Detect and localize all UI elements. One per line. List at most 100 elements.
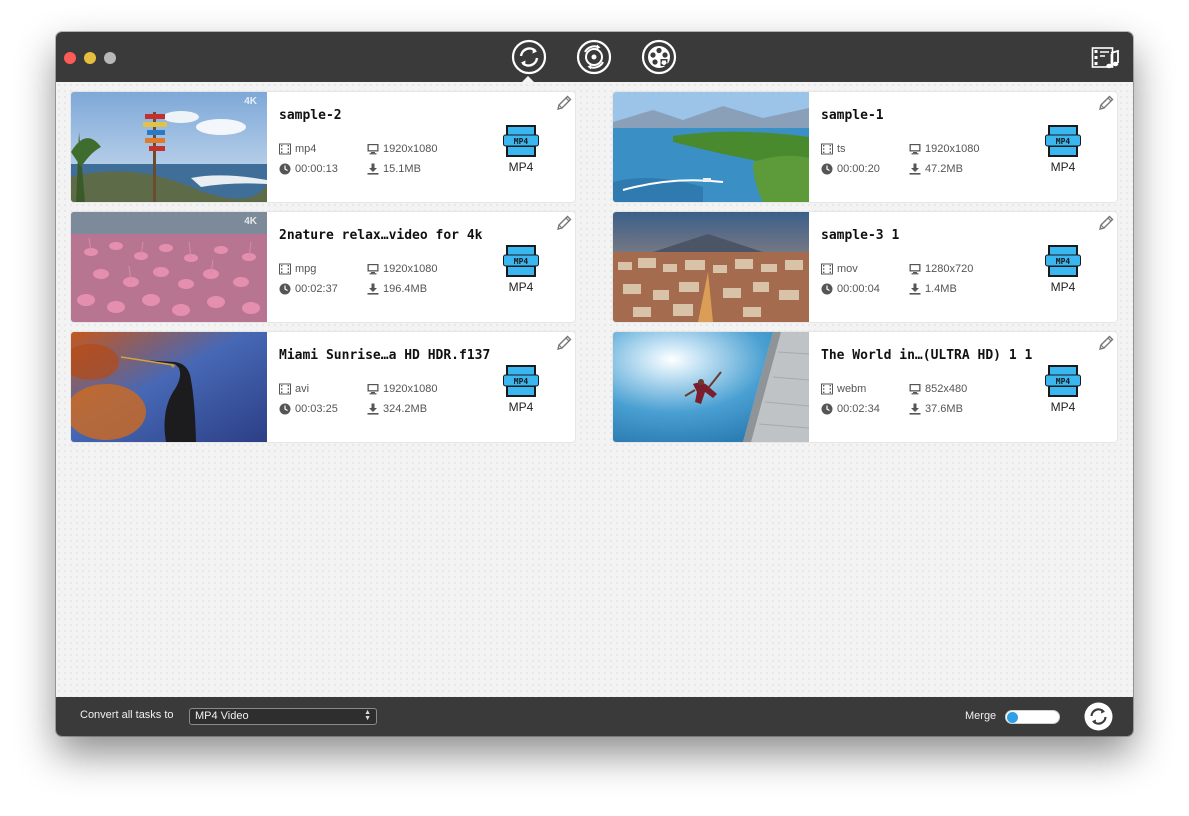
output-format-select-value: MP4 Video	[195, 710, 249, 722]
edit-pencil-icon[interactable]	[1097, 94, 1115, 112]
svg-text:MP4: MP4	[1056, 137, 1071, 146]
zoom-window-button[interactable]	[104, 52, 116, 64]
video-thumbnail[interactable]	[613, 212, 809, 322]
app-window: 4K sample-2 mp4 1920x1080 00:00:13 15.1M…	[56, 32, 1133, 736]
task-card[interactable]: 4K 2nature relax…video for 4k mpg 1920x1…	[71, 212, 575, 322]
video-thumbnail[interactable]: 4K	[71, 212, 267, 322]
container-format: mov	[821, 263, 858, 275]
resolution-badge: 4K	[244, 96, 257, 107]
merge-label: Merge	[965, 710, 997, 722]
clock-icon	[821, 283, 833, 295]
task-card[interactable]: sample-3 1 mov 1280x720 00:00:04 1.4MB M…	[613, 212, 1117, 322]
film-icon	[821, 383, 833, 395]
media-library-icon[interactable]	[1091, 45, 1121, 71]
convert-icon	[511, 39, 547, 75]
svg-text:MP4: MP4	[514, 377, 529, 386]
file-size: 196.4MB	[367, 283, 427, 295]
download-icon	[909, 403, 921, 415]
video-title: 2nature relax…video for 4k	[279, 228, 483, 243]
resolution-badge: 4K	[244, 216, 257, 227]
output-format-label: MP4	[1050, 280, 1076, 294]
container-format: mpg	[279, 263, 316, 275]
video-resolution: 852x480	[909, 383, 967, 395]
monitor-icon	[367, 383, 379, 395]
mp4-format-icon[interactable]: MP4	[1045, 244, 1081, 278]
video-duration: 00:02:34	[821, 403, 880, 415]
output-format-label: MP4	[508, 400, 534, 414]
file-size: 324.2MB	[367, 403, 427, 415]
monitor-icon	[909, 383, 921, 395]
merge-toggle[interactable]	[1005, 710, 1060, 724]
edit-pencil-icon[interactable]	[1097, 214, 1115, 232]
video-title: sample-2	[279, 108, 342, 123]
dvd-rip-icon	[576, 39, 612, 75]
convert-tab[interactable]	[511, 39, 547, 75]
download-icon	[367, 283, 379, 295]
clock-icon	[279, 283, 291, 295]
output-format-select[interactable]: MP4 Video ▲ ▼	[189, 708, 377, 725]
mp4-format-icon[interactable]: MP4	[1045, 364, 1081, 398]
film-icon	[279, 143, 291, 155]
task-list: 4K sample-2 mp4 1920x1080 00:00:13 15.1M…	[56, 82, 1133, 697]
file-size: 1.4MB	[909, 283, 957, 295]
film-icon	[279, 263, 291, 275]
monitor-icon	[909, 143, 921, 155]
minimize-window-button[interactable]	[84, 52, 96, 64]
video-resolution: 1920x1080	[367, 143, 437, 155]
clock-icon	[279, 403, 291, 415]
output-format-label: MP4	[508, 280, 534, 294]
svg-text:MP4: MP4	[1056, 377, 1071, 386]
edit-pencil-icon[interactable]	[1097, 334, 1115, 352]
monitor-icon	[909, 263, 921, 275]
video-download-tab[interactable]	[641, 39, 677, 75]
video-title: Miami Sunrise…a HD HDR.f137	[279, 348, 491, 363]
video-thumbnail[interactable]	[71, 332, 267, 442]
task-card[interactable]: 4K sample-2 mp4 1920x1080 00:00:13 15.1M…	[71, 92, 575, 202]
task-card[interactable]: sample-1 ts 1920x1080 00:00:20 47.2MB MP…	[613, 92, 1117, 202]
film-icon	[821, 263, 833, 275]
download-icon	[367, 403, 379, 415]
convert-all-label: Convert all tasks to	[80, 709, 174, 721]
video-resolution: 1920x1080	[909, 143, 979, 155]
file-size: 15.1MB	[367, 163, 421, 175]
mp4-format-icon[interactable]: MP4	[503, 124, 539, 158]
video-resolution: 1280x720	[909, 263, 973, 275]
edit-pencil-icon[interactable]	[555, 94, 573, 112]
video-thumbnail[interactable]	[613, 92, 809, 202]
mp4-format-icon[interactable]: MP4	[503, 244, 539, 278]
task-card[interactable]: Miami Sunrise…a HD HDR.f137 avi 1920x108…	[71, 332, 575, 442]
film-reel-download-icon	[641, 39, 677, 75]
video-duration: 00:02:37	[279, 283, 338, 295]
merge-toggle-knob	[1007, 712, 1018, 723]
download-icon	[909, 283, 921, 295]
svg-text:MP4: MP4	[514, 257, 529, 266]
output-format-label: MP4	[1050, 160, 1076, 174]
edit-pencil-icon[interactable]	[555, 214, 573, 232]
mp4-format-icon[interactable]: MP4	[1045, 124, 1081, 158]
container-format: mp4	[279, 143, 316, 155]
edit-pencil-icon[interactable]	[555, 334, 573, 352]
video-resolution: 1920x1080	[367, 383, 437, 395]
video-thumbnail[interactable]	[613, 332, 810, 442]
video-thumbnail[interactable]: 4K	[71, 92, 267, 202]
clock-icon	[279, 163, 291, 175]
title-bar	[56, 32, 1133, 82]
monitor-icon	[367, 263, 379, 275]
monitor-icon	[367, 143, 379, 155]
output-format-label: MP4	[508, 160, 534, 174]
video-duration: 00:00:04	[821, 283, 880, 295]
close-window-button[interactable]	[64, 52, 76, 64]
video-title: sample-3 1	[821, 228, 900, 243]
clock-icon	[821, 403, 833, 415]
download-icon	[367, 163, 379, 175]
mp4-format-icon[interactable]: MP4	[503, 364, 539, 398]
container-format: avi	[279, 383, 309, 395]
video-duration: 00:00:13	[279, 163, 338, 175]
dvd-ripper-tab[interactable]	[576, 39, 612, 75]
select-arrows-icon: ▲ ▼	[364, 709, 371, 722]
task-card[interactable]: The World in…(ULTRA HD) 1 1 webm 852x480…	[613, 332, 1117, 442]
film-icon	[279, 383, 291, 395]
convert-all-button[interactable]	[1084, 702, 1113, 731]
output-format-label: MP4	[1050, 400, 1076, 414]
bottom-bar: Convert all tasks to MP4 Video ▲ ▼ Merge	[56, 697, 1133, 736]
